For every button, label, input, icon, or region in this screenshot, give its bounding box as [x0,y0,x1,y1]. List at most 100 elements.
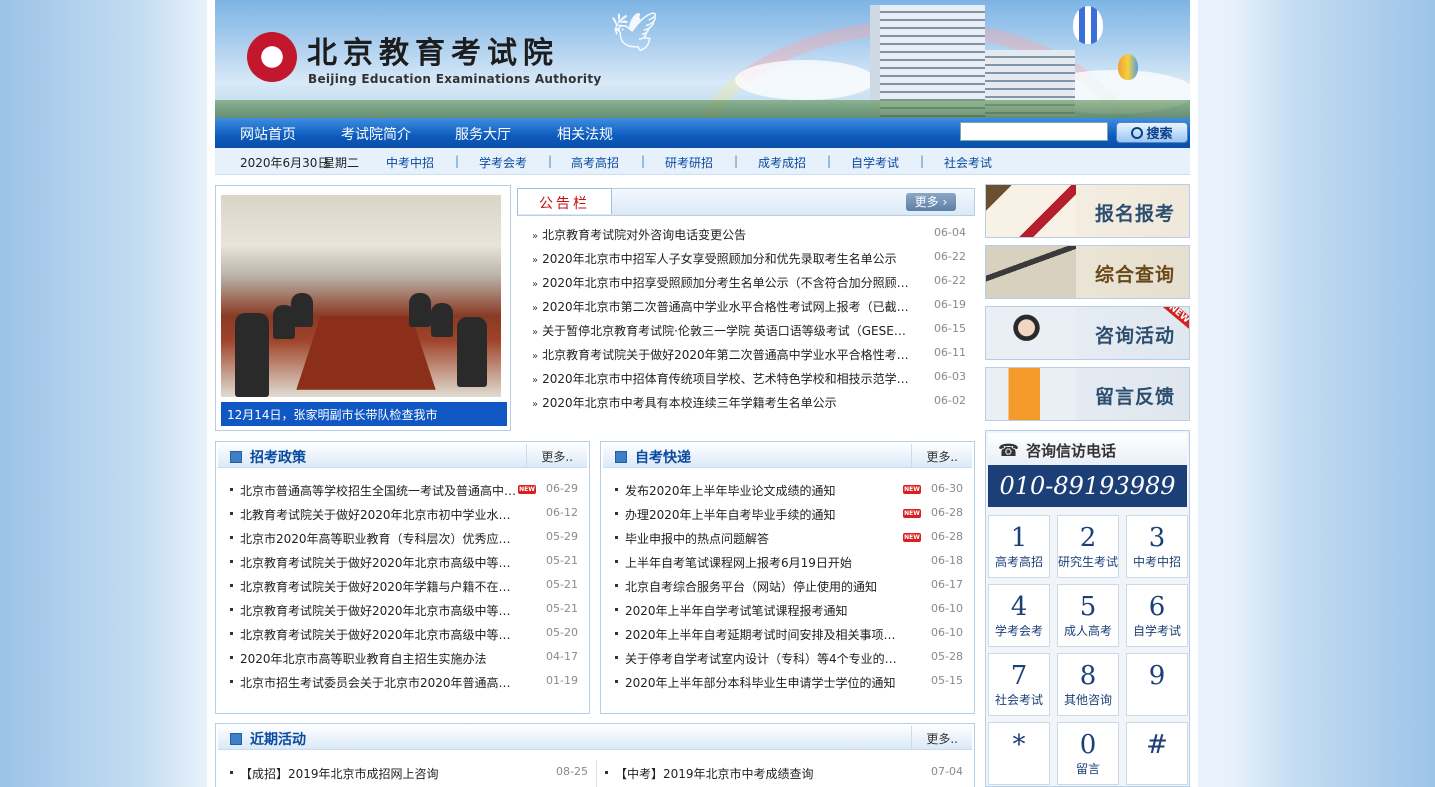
list-item[interactable]: 北京市招生考试委员会关于北京市2020年普通高等… 01-19 [230,674,578,694]
list-item[interactable]: 北京市普通高等学校招生全国统一考试及普通高中… NEW 06-29 [230,482,578,502]
balloon-icon [1073,6,1103,44]
double-chevron-icon: » [532,279,539,290]
list-item[interactable]: » 2020年北京市中考具有本校连续三年学籍考生名单公示 06-02 [532,394,966,414]
logo-icon[interactable] [247,32,297,82]
keypad-key-2[interactable]: 2 研究生考试 [1057,515,1119,578]
list-item[interactable]: » 2020年北京市中招军人子女享受照顾加分和优先录取考生名单公示 06-22 [532,250,966,270]
policy-item-title: 北京教育考试院关于做好2020年北京市高级中等学… [240,628,520,642]
policy-item-date: 06-12 [546,506,578,519]
list-item[interactable]: » 关于暂停北京教育考试院·伦敦三一学院 英语口语等级考试（GESE… 06-15 [532,322,966,342]
subnav-link-gaokao[interactable]: 高考高招 [571,154,619,171]
nav-item-about[interactable]: 考试院简介 [341,124,411,144]
subnav-link-zixue[interactable]: 自学考试 [851,154,899,171]
list-item[interactable]: 北京教育考试院关于做好2020年北京市高级中等学… 05-21 [230,554,578,574]
list-item[interactable]: 上半年自考笔试课程网上报考6月19日开始 06-18 [615,554,963,574]
policy-more-link[interactable]: 更多.. [541,448,573,465]
list-item[interactable]: 发布2020年上半年毕业论文成绩的通知 NEW 06-30 [615,482,963,502]
side-banner-signup[interactable]: 报名报考 [985,184,1190,238]
subnav-link-xuekao[interactable]: 学考会考 [479,154,527,171]
subnav-link-zhongkao[interactable]: 中考中招 [386,154,434,171]
divider [596,760,597,787]
list-item[interactable]: » 北京教育考试院对外咨询电话变更公告 06-04 [532,226,966,246]
keypad-key-6[interactable]: 6 自学考试 [1126,584,1188,647]
list-item[interactable]: 北京教育考试院关于做好2020年北京市高级中等学… 05-21 [230,602,578,622]
subnav-separator: | [548,154,553,168]
list-item[interactable]: 关于停考自学考试室内设计（专科）等4个专业的… 05-28 [615,650,963,670]
keypad-key-hash[interactable]: # [1126,722,1188,785]
list-item[interactable]: 北京自考综合服务平台（网站）停止使用的通知 06-17 [615,578,963,598]
selfstudy-item-title: 北京自考综合服务平台（网站）停止使用的通知 [625,580,878,594]
keypad-key-3[interactable]: 3 中考中招 [1126,515,1188,578]
selfstudy-more-link[interactable]: 更多.. [926,448,958,465]
double-chevron-icon: » [532,327,539,338]
side-banner-consult[interactable]: 咨询活动 NEW [985,306,1190,360]
list-item[interactable]: » 2020年北京市中招体育传统项目学校、艺术特色学校和相技示范学… 06-03 [532,370,966,390]
keypad-key-5[interactable]: 5 成人高考 [1057,584,1119,647]
notice-item-date: 06-22 [934,274,966,287]
search-input[interactable] [960,122,1108,141]
activities-more-link[interactable]: 更多.. [926,730,958,747]
subnav-separator: | [641,154,646,168]
list-item[interactable]: 北京市2020年高等职业教育（专科层次）优秀应届… 05-29 [230,530,578,550]
nav-item-home[interactable]: 网站首页 [240,124,296,144]
nav-item-services[interactable]: 服务大厅 [455,124,511,144]
sub-nav: 2020年6月30日 星期二 中考中招 | 学考会考 | 高考高招 | 研考研招… [215,148,1190,175]
list-item[interactable]: 2020年上半年自考延期考试时间安排及相关事项调… 06-10 [615,626,963,646]
list-item[interactable]: 2020年上半年自学考试笔试课程报考通知 06-10 [615,602,963,622]
list-item[interactable]: 2020年北京市高等职业教育自主招生实施办法 04-17 [230,650,578,670]
divider [911,444,912,468]
keypad-key-0[interactable]: 0 留言 [1057,722,1119,785]
list-item[interactable]: » 北京教育考试院关于做好2020年第二次普通高中学业水平合格性考… 06-11 [532,346,966,366]
keypad-key-1[interactable]: 1 高考高招 [988,515,1050,578]
notice-tab[interactable]: 公告栏 [517,188,612,214]
activity-item-date: 08-25 [556,765,588,778]
notice-item-date: 06-11 [934,346,966,359]
key-digit: # [1146,730,1168,760]
policy-item-title: 北京市招生考试委员会关于北京市2020年普通高等… [240,676,520,690]
notice-more-button[interactable]: 更多 › [906,193,956,211]
subnav-separator: | [920,154,925,168]
activity-item-title: 【成招】2019年北京市成招网上咨询 [240,767,439,781]
notice-item-title: 2020年北京市中招享受照顾加分考生名单公示（不含符合加分照顾… [542,276,909,290]
selfstudy-item-date: 06-18 [931,554,963,567]
side-banner-query[interactable]: 综合查询 [985,245,1190,299]
activities-panel: 近期活动 更多.. 【成招】2019年北京市成招网上咨询 08-25 【中考】20… [215,723,975,787]
keypad-key-9[interactable]: 9 [1126,653,1188,716]
header-banner: 🕊 北京教育考试院 Beijing Education Examinations… [215,0,1190,118]
list-item[interactable]: 北京教育考试院关于做好2020年北京市高级中等学… 05-20 [230,626,578,646]
list-item[interactable]: 2020年上半年部分本科毕业生申请学士学位的通知 05-15 [615,674,963,694]
nav-item-regulations[interactable]: 相关法规 [557,124,613,144]
key-label: 留言 [1075,762,1100,776]
list-item[interactable]: 【成招】2019年北京市成招网上咨询 08-25 [230,765,590,785]
hotline-header: ☎ 咨询信访电话 [988,433,1187,465]
search-button-label: 搜索 [1146,127,1173,142]
site-title-en: Beijing Education Examinations Authority [308,72,602,86]
list-item[interactable]: 北京教育考试院关于做好2020年学籍与户籍不在同… 05-21 [230,578,578,598]
policy-item-date: 05-29 [546,530,578,543]
policy-item-title: 北京市2020年高等职业教育（专科层次）优秀应届… [240,532,520,546]
subnav-link-yankao[interactable]: 研考研招 [665,154,713,171]
notice-item-title: 北京教育考试院对外咨询电话变更公告 [542,228,747,242]
keypad-key-star[interactable]: * [988,722,1050,785]
list-item[interactable]: » 2020年北京市第二次普通高中学业水平合格性考试网上报考（已截止） 06-19 [532,298,966,318]
side-banner-feedback[interactable]: 留言反馈 [985,367,1190,421]
list-item[interactable]: 北教育考试院关于做好2020年北京市初中学业水平… 06-12 [230,506,578,526]
photo-caption[interactable]: 12月14日，张家明副市长带队检查我市 [221,402,507,426]
subnav-link-chengkao[interactable]: 成考成招 [758,154,806,171]
list-item[interactable]: 【中考】2019年北京市中考成绩查询 07-04 [605,765,965,785]
bullet-icon [605,771,608,774]
key-label: 学考会考 [994,624,1043,638]
selfstudy-item-date: 06-28 [931,506,963,519]
subnav-link-shehui[interactable]: 社会考试 [944,154,992,171]
list-item[interactable]: 办理2020年上半年自考毕业手续的通知 NEW 06-28 [615,506,963,526]
list-item[interactable]: 毕业申报中的热点问题解答 NEW 06-28 [615,530,963,550]
keypad-key-4[interactable]: 4 学考会考 [988,584,1050,647]
list-item[interactable]: » 2020年北京市中招享受照顾加分考生名单公示（不含符合加分照顾… 06-22 [532,274,966,294]
keypad-key-7[interactable]: 7 社会考试 [988,653,1050,716]
keypad-key-8[interactable]: 8 其他咨询 [1057,653,1119,716]
double-chevron-icon: » [532,375,539,386]
site-title[interactable]: 北京教育考试院 [307,28,559,72]
search-button[interactable]: 搜索 [1116,122,1188,143]
news-photo[interactable] [221,195,501,397]
trees-decoration [215,100,1190,118]
